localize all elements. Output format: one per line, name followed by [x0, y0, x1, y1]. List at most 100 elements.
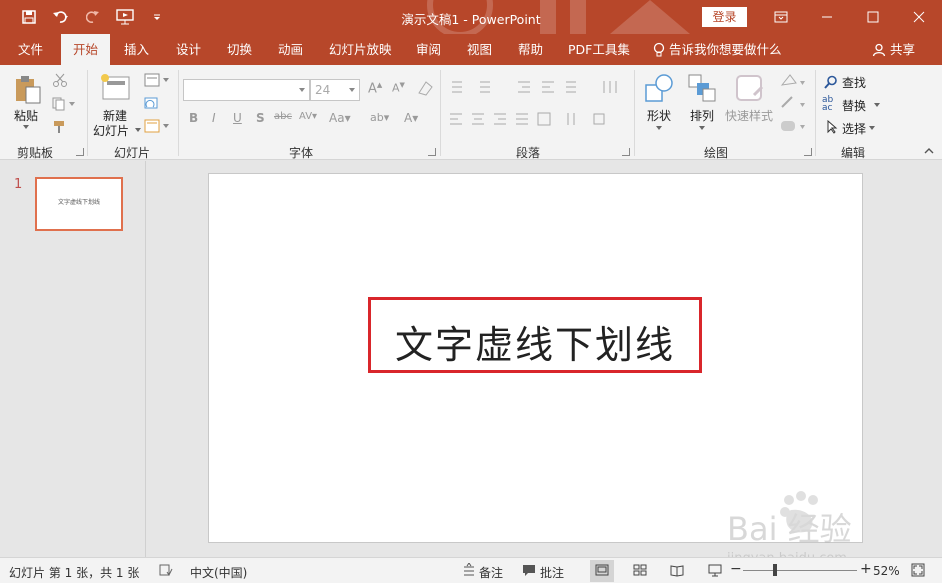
tell-me-box[interactable]: 告诉我你想要做什么 — [653, 34, 782, 65]
change-case-icon[interactable]: Aa▾ — [329, 111, 351, 125]
slideshow-view-icon[interactable] — [708, 563, 722, 577]
language-status[interactable]: 中文(中国) — [190, 564, 247, 581]
font-launcher-icon[interactable] — [428, 148, 436, 156]
share-button[interactable]: 共享 — [872, 34, 915, 65]
paste-icon[interactable] — [12, 73, 44, 105]
notes-icon[interactable] — [463, 563, 475, 577]
quick-styles-icon[interactable] — [734, 73, 766, 105]
tab-transitions[interactable]: 切换 — [227, 34, 252, 65]
zoom-in-icon[interactable]: + — [860, 561, 872, 577]
baidu-watermark: Bai 经验 jingyan.baidu.com — [727, 491, 852, 565]
drawing-launcher-icon[interactable] — [804, 148, 812, 156]
replace-label[interactable]: 替换 — [842, 97, 866, 114]
format-painter-icon[interactable] — [52, 119, 68, 135]
new-slide-dropdown-icon[interactable] — [134, 127, 142, 133]
zoom-out-icon[interactable]: − — [730, 561, 742, 577]
ribbon-display-icon[interactable] — [758, 0, 804, 34]
zoom-level[interactable]: 52% — [873, 564, 900, 578]
slide-canvas[interactable]: 文字虚线下划线 — [208, 173, 863, 543]
list-icons-row[interactable] — [448, 79, 628, 95]
tab-view[interactable]: 视图 — [467, 34, 492, 65]
quick-styles-label[interactable]: 快速样式 — [725, 107, 773, 124]
maximize-icon[interactable] — [850, 0, 896, 34]
cut-icon[interactable] — [52, 73, 68, 87]
arrange-icon[interactable] — [688, 73, 716, 103]
tab-file[interactable]: 文件 — [18, 34, 43, 65]
status-bar: 幻灯片 第 1 张，共 1 张 中文(中国) 备注 批注 − + 52% — [0, 557, 942, 583]
group-separator — [634, 70, 635, 156]
tab-pdf-tools[interactable]: PDF工具集 — [568, 34, 630, 65]
font-name-combo[interactable] — [183, 79, 310, 101]
italic-icon[interactable]: I — [212, 111, 216, 125]
clear-format-icon[interactable] — [416, 79, 434, 97]
clipboard-launcher-icon[interactable] — [76, 148, 84, 156]
new-slide-icon[interactable] — [99, 73, 131, 103]
title-text-box[interactable]: 文字虚线下划线 — [368, 297, 702, 373]
tab-design[interactable]: 设计 — [176, 34, 201, 65]
tab-review[interactable]: 审阅 — [416, 34, 441, 65]
char-spacing-icon[interactable]: AV▾ — [299, 111, 317, 122]
title-bar: 演示文稿1 - PowerPoint 登录 — [0, 0, 942, 34]
find-icon[interactable] — [824, 75, 838, 89]
reset-icon[interactable] — [144, 97, 160, 111]
new-slide-label-2[interactable]: 幻灯片 — [93, 122, 129, 139]
select-label[interactable]: 选择 — [842, 120, 866, 137]
shape-fill-outline-effects-icons[interactable] — [778, 73, 806, 143]
thumbnail-number: 1 — [14, 177, 23, 192]
zoom-slider-track[interactable] — [743, 570, 857, 571]
slide-sorter-icon[interactable] — [633, 563, 647, 577]
layout-icon[interactable] — [144, 73, 170, 87]
shadow-icon[interactable]: S — [256, 111, 265, 125]
fit-to-window-icon[interactable] — [911, 563, 925, 577]
zoom-slider-thumb[interactable] — [773, 564, 777, 576]
group-separator — [87, 70, 88, 156]
close-icon[interactable] — [896, 0, 942, 34]
collapse-ribbon-icon[interactable] — [924, 147, 934, 155]
shapes-dropdown-icon[interactable] — [655, 125, 663, 131]
slide-thumbnail[interactable]: 文字虚线下划线 — [35, 177, 123, 231]
login-button[interactable]: 登录 — [702, 7, 747, 27]
tab-help[interactable]: 帮助 — [518, 34, 543, 65]
user-icon — [872, 43, 886, 56]
strikethrough-icon[interactable]: abc — [274, 111, 292, 122]
decrease-font-icon[interactable]: A▼ — [392, 81, 405, 95]
minimize-icon[interactable] — [804, 0, 850, 34]
watermark-brand: Bai 经验 — [727, 510, 852, 548]
underline-icon[interactable]: U — [233, 111, 242, 125]
paragraph-launcher-icon[interactable] — [622, 148, 630, 156]
copy-icon[interactable] — [52, 97, 76, 111]
align-icons-row[interactable] — [448, 111, 628, 127]
drawing-group-label: 绘图 — [704, 146, 729, 160]
arrange-dropdown-icon[interactable] — [698, 125, 706, 131]
font-size-combo[interactable]: 24 — [310, 79, 360, 101]
find-label[interactable]: 查找 — [842, 74, 866, 91]
spellcheck-icon[interactable] — [159, 563, 173, 577]
replace-icon[interactable]: ab ac — [822, 96, 833, 113]
slide-count-status[interactable]: 幻灯片 第 1 张，共 1 张 — [9, 564, 139, 581]
tab-animations[interactable]: 动画 — [278, 34, 303, 65]
select-dropdown-icon[interactable] — [868, 125, 876, 131]
tab-slideshow[interactable]: 幻灯片放映 — [329, 34, 392, 65]
comments-icon[interactable] — [522, 563, 536, 577]
comments-button[interactable]: 批注 — [540, 564, 564, 581]
notes-button[interactable]: 备注 — [479, 564, 503, 581]
slide-title[interactable]: 文字虚线下划线 — [395, 314, 675, 369]
increase-font-icon[interactable]: A▲ — [368, 81, 382, 96]
font-size-value: 24 — [315, 83, 331, 97]
paste-dropdown-icon[interactable] — [22, 124, 30, 130]
select-icon[interactable] — [826, 120, 838, 134]
shapes-icon[interactable] — [644, 73, 676, 105]
tab-home[interactable]: 开始 — [61, 34, 111, 65]
paste-label[interactable]: 粘贴 — [14, 107, 38, 124]
replace-dropdown-icon[interactable] — [873, 102, 881, 108]
font-color-icon[interactable]: A▾ — [404, 111, 418, 125]
reading-view-icon[interactable] — [670, 563, 684, 577]
tab-insert[interactable]: 插入 — [124, 34, 149, 65]
shapes-label[interactable]: 形状 — [647, 107, 671, 124]
arrange-label[interactable]: 排列 — [690, 107, 714, 124]
highlight-icon[interactable]: ab▾ — [370, 111, 389, 124]
bold-icon[interactable]: B — [189, 111, 198, 125]
normal-view-icon[interactable] — [595, 563, 609, 577]
group-separator — [815, 70, 816, 156]
section-icon[interactable] — [144, 119, 170, 133]
